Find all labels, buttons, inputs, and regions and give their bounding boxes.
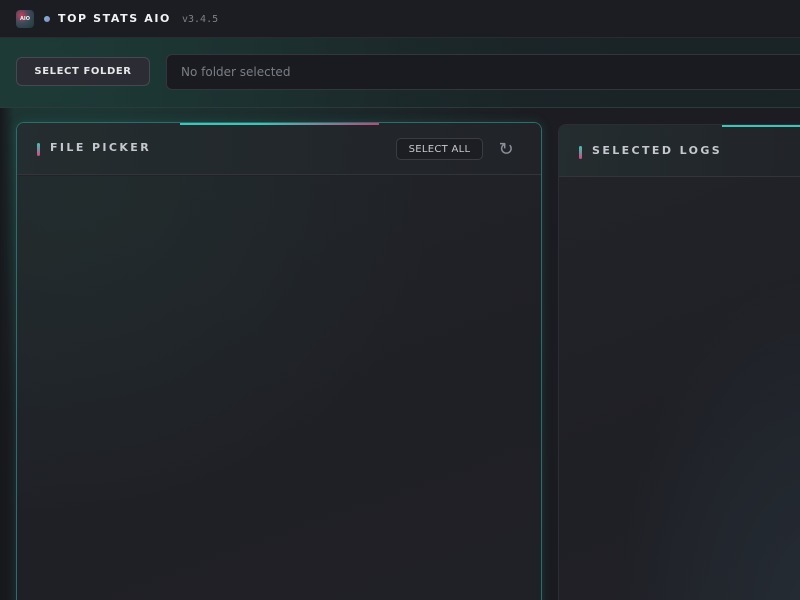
- panel-accent-line: [722, 125, 800, 127]
- selected-logs-header: SELECTED LOGS: [559, 125, 800, 177]
- status-dot: [44, 15, 50, 22]
- file-picker-title: FILE PICKER: [50, 141, 152, 154]
- left-edge-shadow: [0, 108, 14, 600]
- app-version: v3.4.5: [182, 13, 219, 25]
- folder-toolbar: SELECT FOLDER No folder selected: [0, 38, 800, 108]
- header-accent-bar: [37, 143, 40, 156]
- file-list[interactable]: [17, 176, 541, 600]
- select-all-button[interactable]: SELECT ALL: [396, 138, 483, 160]
- title-bar: AIO TOP STATS AIO v3.4.5: [0, 0, 800, 38]
- selected-logs-list[interactable]: [559, 178, 800, 600]
- selected-logs-title: SELECTED LOGS: [592, 144, 723, 157]
- selected-logs-panel: SELECTED LOGS: [558, 124, 800, 600]
- panel-accent-line: [180, 123, 379, 125]
- app-title: TOP STATS AIO: [58, 12, 171, 25]
- folder-path-field[interactable]: No folder selected: [166, 54, 800, 90]
- file-picker-panel: FILE PICKER SELECT ALL ↻: [16, 122, 542, 600]
- app-window: AIO TOP STATS AIO v3.4.5 SELECT FOLDER N…: [0, 0, 800, 600]
- logo-text: AIO: [20, 15, 30, 22]
- header-accent-bar: [579, 146, 582, 159]
- file-picker-header: FILE PICKER SELECT ALL ↻: [17, 123, 541, 175]
- app-logo: AIO: [16, 9, 34, 28]
- refresh-icon[interactable]: ↻: [495, 137, 517, 161]
- select-folder-button[interactable]: SELECT FOLDER: [16, 57, 150, 86]
